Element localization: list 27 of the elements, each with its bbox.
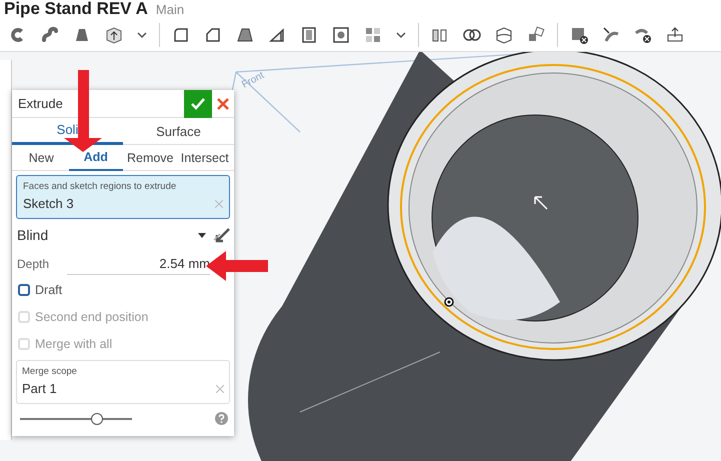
operation-tab[interactable]: Remove [123,145,178,171]
merge-scope-field[interactable]: Merge scope Part 1 [16,360,230,404]
operation-tab[interactable]: New [14,145,68,171]
curved-tube-icon[interactable] [40,24,60,44]
checkbox-label: Merge with all [35,336,112,353]
body-type-tab[interactable]: Surface [123,118,234,145]
caret-icon [198,233,206,238]
box-arrow-icon[interactable] [104,24,124,44]
help-icon[interactable] [215,412,228,425]
depth-label: Depth [17,256,50,273]
hole-block-icon[interactable] [331,24,351,44]
checkbox-label: Draft [35,282,62,299]
operation-tab[interactable]: Intersect [178,145,232,171]
document-title: Pipe Stand REV A [4,0,148,18]
end-type-dropdown[interactable]: Blind [16,222,208,249]
plane-label: Front [240,70,266,91]
box-up-arrow-icon[interactable] [665,24,685,44]
split-box-icon[interactable] [494,24,514,44]
selection-field[interactable]: Faces and sketch regions to extrude Sketch 3 [16,175,230,219]
dialog-title: Extrude [18,94,64,113]
checkbox-label: Second end position [35,308,148,326]
branch-label[interactable]: Main [156,2,184,18]
confirm-button[interactable] [184,90,212,118]
flip-arrow-icon[interactable] [212,226,230,245]
close-icon [217,98,229,110]
checkbox[interactable] [18,284,30,296]
slider-thumb[interactable] [91,412,104,424]
